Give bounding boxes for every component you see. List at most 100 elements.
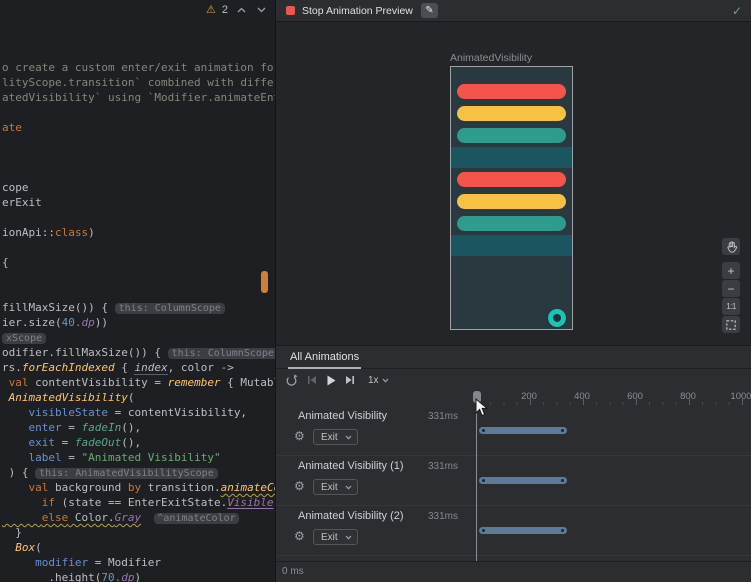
tab-all-animations[interactable]: All Animations [290,346,359,369]
playback-speed-dropdown[interactable]: 1x [368,375,389,386]
code-area[interactable]: o create a custom enter/exit animation f… [2,60,275,582]
code-token: erExit [2,196,42,209]
fit-screen-icon [725,319,737,331]
preview-title: AnimatedVisibility [450,52,532,64]
code-token: enter [29,421,62,434]
code-token: this: AnimatedVisibilityScope [35,468,218,479]
code-line: lityScope.transition` combined with diff… [2,75,275,90]
chevron-up-icon [237,7,246,13]
code-token: ionApi:: [2,226,55,239]
zoom-out-button[interactable]: − [722,280,740,297]
zoom-actual-size-button[interactable]: 1:1 [722,298,740,315]
code-token: 70. [101,571,121,582]
animation-row: Animated Visibility331ms⚙Exit [276,406,751,456]
code-token: Color. [68,511,114,524]
code-line: { [2,255,275,270]
gear-icon[interactable]: ⚙ [294,429,305,443]
gear-icon[interactable]: ⚙ [294,529,305,543]
fab-button[interactable] [548,309,566,327]
code-line: val contentVisibility = remember { Mutab… [2,375,275,390]
code-token: ^animateColor [154,513,238,524]
code-token: { MutableTransitionS [221,376,275,389]
play-button[interactable] [326,375,336,386]
code-token: fadeIn [82,421,122,434]
loop-icon [285,374,298,387]
code-token: cope [2,181,29,194]
animation-row: Animated Visibility (1)331ms⚙Exit [276,456,751,506]
code-token [2,541,15,554]
code-token [2,421,29,434]
code-token: ( [35,541,42,554]
code-token: this: ColumnScope [168,348,275,359]
code-token: (state == EnterExitState. [55,496,227,509]
timeline-ruler[interactable]: 2004006008001000 [276,391,751,406]
code-token: modifier [35,556,88,569]
chevron-down-icon [345,485,352,490]
state-dropdown[interactable]: Exit [313,429,358,445]
animation-preview-pane: Stop Animation Preview ✎ ✓ AnimatedVisib… [276,0,751,345]
go-to-end-button[interactable] [345,375,355,385]
next-issue-button[interactable] [254,3,268,17]
preview-pill [457,106,566,121]
skip-to-end-icon [345,375,355,385]
animation-title: Animated Visibility (2) [298,510,404,522]
animation-track-bar[interactable] [479,527,567,534]
code-token: (), [121,436,141,449]
fab-icon [553,314,561,322]
code-token: dp [121,571,134,582]
code-token [2,511,42,524]
scrollbar-warning-marker[interactable] [261,271,268,293]
code-line [2,165,275,180]
code-token [2,496,42,509]
pan-button[interactable] [722,238,740,255]
code-token: exit [29,436,56,449]
code-token: contentVisibility = [29,376,168,389]
code-token [141,511,154,524]
preview-toolbar: Stop Animation Preview ✎ ✓ [276,0,751,22]
animation-duration: 331ms [426,461,458,472]
code-token: class [55,226,88,239]
preview-pill [457,172,566,187]
code-line: modifier = Modifier [2,555,275,570]
zoom-tool-group: + − 1:1 [722,262,740,334]
preview-frame[interactable] [450,66,573,330]
zoom-in-button[interactable]: + [722,262,740,279]
code-token [2,406,29,419]
code-line: ) { this: AnimatedVisibilityScope [2,465,275,480]
code-line [2,135,275,150]
stop-animation-preview-button[interactable]: Stop Animation Preview [286,5,413,17]
loop-button[interactable] [285,374,298,387]
code-token: fadeOut [75,436,121,449]
code-token: by [128,481,141,494]
go-to-start-button[interactable] [307,375,317,385]
dropdown-value: Exit [321,432,338,443]
code-token [2,391,9,404]
edit-animation-button[interactable]: ✎ [421,3,438,18]
code-editor[interactable]: ⚠ 2 o create a custom enter/exit animati… [0,0,275,582]
warning-icon: ⚠ [206,3,216,17]
code-token [2,436,29,449]
code-token: Visible [227,496,273,509]
one-to-one-label: 1:1 [726,301,736,313]
code-token: "Animated Visibility" [82,451,221,464]
animation-track-bar[interactable] [479,427,567,434]
stop-button-label: Stop Animation Preview [302,5,413,17]
state-dropdown[interactable]: Exit [313,529,358,545]
code-line: erExit [2,195,275,210]
code-token: if [42,496,55,509]
state-dropdown[interactable]: Exit [313,479,358,495]
code-token: ) [134,571,141,582]
animation-track-bar[interactable] [479,477,567,484]
code-token [2,556,35,569]
prev-issue-button[interactable] [234,3,248,17]
code-line [2,270,275,285]
code-line: .height(70.dp) [2,570,275,582]
code-token: ( [128,391,135,404]
animation-duration: 331ms [426,511,458,522]
code-token: odifier.fillMaxSize()) { [2,346,168,359]
code-token: visibleState [29,406,108,419]
gear-icon[interactable]: ⚙ [294,479,305,493]
zoom-to-fit-button[interactable] [722,316,740,333]
code-token: ) [88,226,95,239]
status-check-icon: ✓ [732,4,742,18]
